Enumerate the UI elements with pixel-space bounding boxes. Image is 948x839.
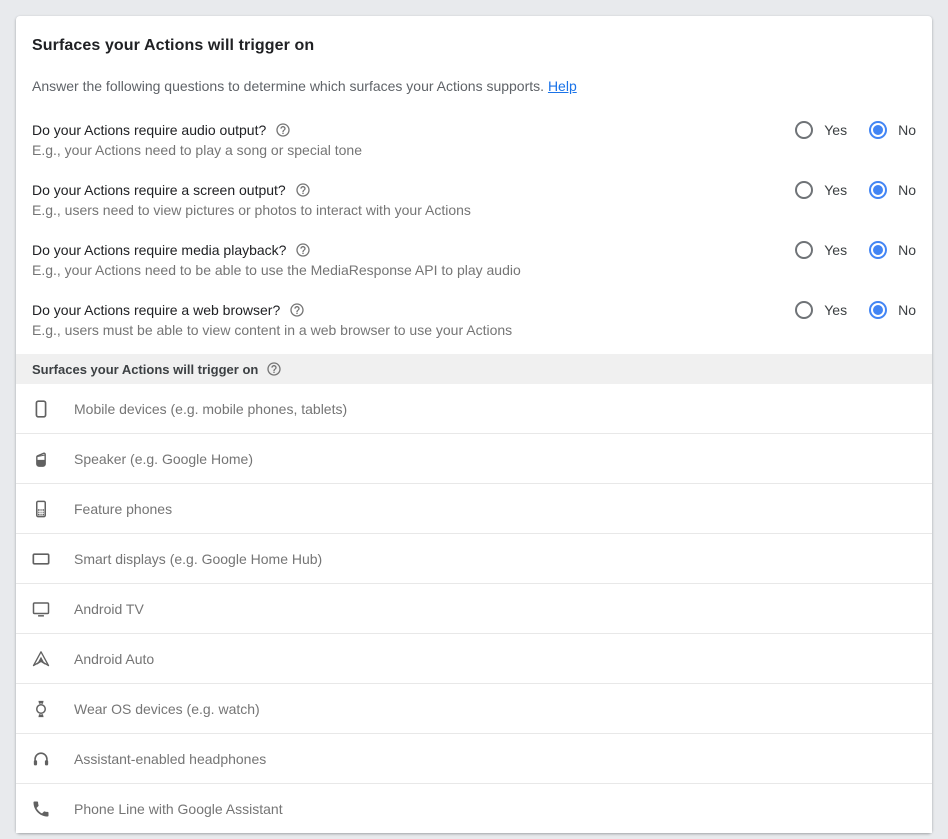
surface-label: Feature phones [74, 501, 172, 517]
surface-label: Android TV [74, 601, 144, 617]
radio-option-no[interactable]: No [869, 181, 916, 199]
surface-row-mobile: Mobile devices (e.g. mobile phones, tabl… [16, 384, 932, 434]
help-icon[interactable] [295, 182, 311, 198]
radio-no-label[interactable]: No [898, 242, 916, 258]
phone-icon [30, 798, 52, 820]
radio-yes[interactable] [795, 241, 813, 259]
question-text-block: Do your Actions require media playback? … [32, 240, 521, 280]
question-web-browser: Do your Actions require a web browser? E… [32, 300, 916, 340]
radio-group-audio-output: Yes No [795, 120, 916, 140]
surface-row-android-tv: Android TV [16, 584, 932, 634]
radio-option-no[interactable]: No [869, 241, 916, 259]
surface-row-headphones: Assistant-enabled headphones [16, 734, 932, 784]
question-text-block: Do your Actions require a web browser? E… [32, 300, 512, 340]
feature-phone-icon [30, 498, 52, 520]
headphones-icon [30, 748, 52, 770]
radio-yes[interactable] [795, 301, 813, 319]
surface-label: Smart displays (e.g. Google Home Hub) [74, 551, 322, 567]
surfaces-section-title: Surfaces your Actions will trigger on [32, 362, 258, 377]
question-hint: E.g., your Actions need to play a song o… [32, 140, 362, 160]
question-screen-output: Do your Actions require a screen output?… [32, 180, 916, 220]
question-media-playback: Do your Actions require media playback? … [32, 240, 916, 280]
radio-option-yes[interactable]: Yes [795, 121, 847, 139]
radio-no-label[interactable]: No [898, 182, 916, 198]
question-text-block: Do your Actions require audio output? E.… [32, 120, 362, 160]
surface-label: Android Auto [74, 651, 154, 667]
radio-group-web-browser: Yes No [795, 300, 916, 320]
radio-yes-label[interactable]: Yes [824, 182, 847, 198]
intro-text-body: Answer the following questions to determ… [32, 78, 544, 94]
question-hint: E.g., your Actions need to be able to us… [32, 260, 521, 280]
surface-row-feature-phones: Feature phones [16, 484, 932, 534]
smart-display-icon [30, 548, 52, 570]
surface-label: Speaker (e.g. Google Home) [74, 451, 253, 467]
surface-row-android-auto: Android Auto [16, 634, 932, 684]
radio-option-yes[interactable]: Yes [795, 241, 847, 259]
question-title: Do your Actions require a web browser? [32, 300, 280, 320]
surface-row-smart-displays: Smart displays (e.g. Google Home Hub) [16, 534, 932, 584]
radio-group-media-playback: Yes No [795, 240, 916, 260]
page-title: Surfaces your Actions will trigger on [32, 36, 916, 55]
help-icon[interactable] [266, 361, 282, 377]
speaker-icon [30, 448, 52, 470]
surface-label: Phone Line with Google Assistant [74, 801, 283, 817]
surfaces-list: Mobile devices (e.g. mobile phones, tabl… [16, 384, 932, 833]
radio-option-no[interactable]: No [869, 301, 916, 319]
question-audio-output: Do your Actions require audio output? E.… [32, 120, 916, 160]
wear-os-icon [30, 698, 52, 720]
android-tv-icon [30, 598, 52, 620]
android-auto-icon [30, 648, 52, 670]
radio-yes-label[interactable]: Yes [824, 302, 847, 318]
help-icon[interactable] [275, 122, 291, 138]
smartphone-icon [30, 398, 52, 420]
radio-yes[interactable] [795, 181, 813, 199]
question-title: Do your Actions require audio output? [32, 120, 266, 140]
surface-label: Wear OS devices (e.g. watch) [74, 701, 260, 717]
radio-yes-label[interactable]: Yes [824, 122, 847, 138]
radio-option-yes[interactable]: Yes [795, 181, 847, 199]
question-hint: E.g., users need to view pictures or pho… [32, 200, 471, 220]
intro-text: Answer the following questions to determ… [32, 76, 916, 96]
help-icon[interactable] [289, 302, 305, 318]
surface-row-wear-os: Wear OS devices (e.g. watch) [16, 684, 932, 734]
help-link[interactable]: Help [548, 78, 577, 94]
radio-no[interactable] [869, 241, 887, 259]
radio-no[interactable] [869, 121, 887, 139]
surfaces-settings-card: Surfaces your Actions will trigger on An… [16, 16, 932, 833]
surface-label: Assistant-enabled headphones [74, 751, 266, 767]
radio-no-label[interactable]: No [898, 302, 916, 318]
questions-section: Surfaces your Actions will trigger on An… [16, 16, 932, 340]
surfaces-section-header: Surfaces your Actions will trigger on [16, 354, 932, 384]
surface-row-speaker: Speaker (e.g. Google Home) [16, 434, 932, 484]
question-hint: E.g., users must be able to view content… [32, 320, 512, 340]
radio-yes-label[interactable]: Yes [824, 242, 847, 258]
radio-yes[interactable] [795, 121, 813, 139]
radio-option-yes[interactable]: Yes [795, 301, 847, 319]
radio-option-no[interactable]: No [869, 121, 916, 139]
surface-label: Mobile devices (e.g. mobile phones, tabl… [74, 401, 347, 417]
radio-no[interactable] [869, 301, 887, 319]
question-title: Do your Actions require media playback? [32, 240, 286, 260]
radio-no[interactable] [869, 181, 887, 199]
radio-no-label[interactable]: No [898, 122, 916, 138]
radio-group-screen-output: Yes No [795, 180, 916, 200]
question-title: Do your Actions require a screen output? [32, 180, 286, 200]
help-icon[interactable] [295, 242, 311, 258]
question-text-block: Do your Actions require a screen output?… [32, 180, 471, 220]
surface-row-phone-line: Phone Line with Google Assistant [16, 784, 932, 833]
